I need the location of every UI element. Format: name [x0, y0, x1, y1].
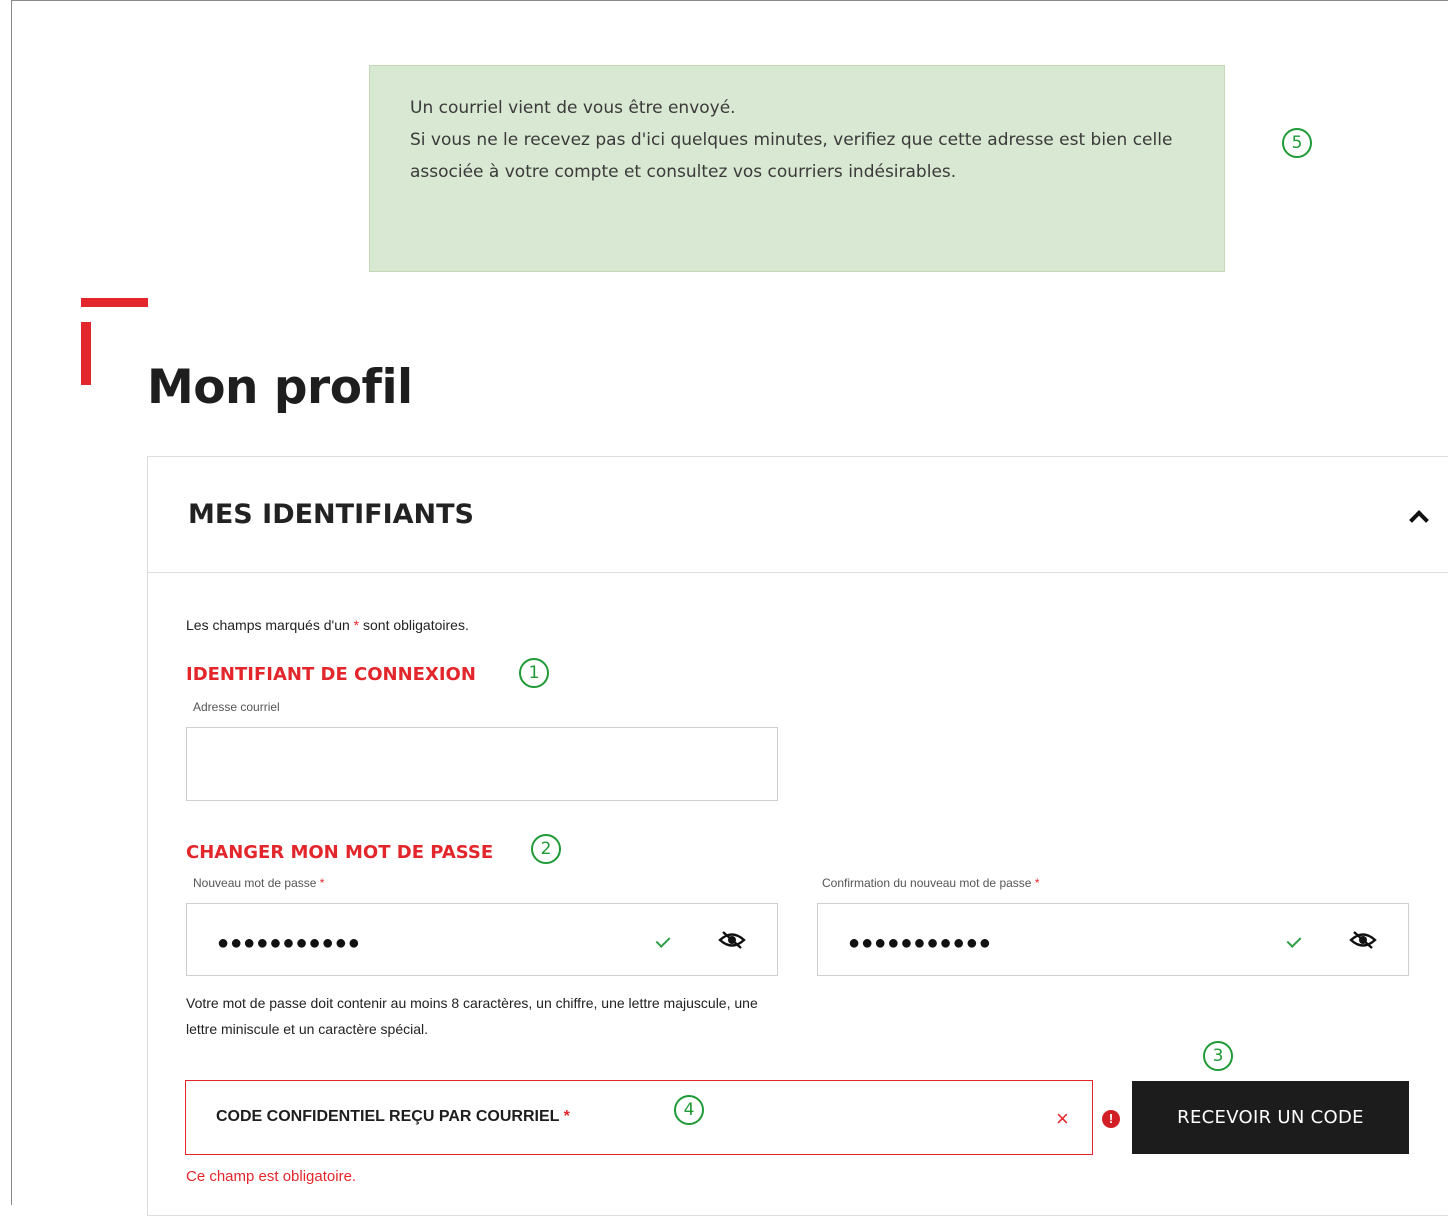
callout-marker-1: 1	[519, 658, 549, 688]
error-icon: !	[1102, 1110, 1120, 1128]
callout-marker-4: 4	[674, 1095, 704, 1125]
password-section-label: CHANGER MON MOT DE PASSE	[186, 842, 494, 863]
notice-line-2: Si vous ne le recevez pas d'ici quelques…	[410, 130, 1173, 182]
notice-line-1: Un courriel vient de vous être envoyé.	[410, 98, 736, 118]
email-field-label: Adresse courriel	[193, 700, 280, 714]
eye-off-icon[interactable]	[718, 930, 746, 950]
confirm-password-required-star: *	[1034, 876, 1040, 890]
confirm-password-label: Confirmation du nouveau mot de passe *	[822, 876, 1039, 890]
login-section-label: IDENTIFIANT DE CONNEXION	[186, 664, 476, 685]
callout-marker-5: 5	[1282, 128, 1312, 158]
new-password-field[interactable]: ●●●●●●●●●●●	[186, 903, 778, 976]
callout-marker-3: 3	[1203, 1041, 1233, 1071]
panel-title: MES IDENTIFIANTS	[188, 499, 474, 530]
check-icon	[655, 933, 671, 948]
email-field[interactable]	[186, 727, 778, 801]
email-sent-notice: Un courriel vient de vous être envoyé. S…	[369, 65, 1225, 272]
chevron-up-icon[interactable]	[1409, 510, 1429, 530]
receive-code-button[interactable]: RECEVOIR UN CODE	[1132, 1081, 1409, 1154]
close-icon[interactable]: ×	[1056, 1108, 1069, 1130]
eye-off-icon[interactable]	[1349, 930, 1377, 950]
page-title: Mon profil	[147, 360, 413, 415]
new-password-label: Nouveau mot de passe *	[193, 876, 324, 890]
title-accent-vertical	[81, 322, 91, 385]
required-fields-note: Les champs marqués d'un * sont obligatoi…	[186, 617, 469, 633]
callout-marker-2: 2	[531, 834, 561, 864]
code-error-message: Ce champ est obligatoire.	[186, 1168, 357, 1185]
panel-header[interactable]: MES IDENTIFIANTS	[148, 457, 1448, 573]
required-note-text-after: sont obligatoires.	[359, 617, 469, 633]
title-accent-horizontal	[81, 298, 148, 307]
confidential-code-label-text: CODE CONFIDENTIEL REÇU PAR COURRIEL	[216, 1108, 560, 1125]
new-password-label-text: Nouveau mot de passe	[193, 876, 317, 890]
check-icon	[1286, 933, 1302, 948]
confidential-code-label: CODE CONFIDENTIEL REÇU PAR COURRIEL *	[216, 1108, 570, 1126]
password-requirements-help: Votre mot de passe doit contenir au moin…	[186, 995, 758, 1037]
new-password-value: ●●●●●●●●●●●	[217, 932, 361, 954]
confirm-password-label-text: Confirmation du nouveau mot de passe	[822, 876, 1032, 890]
required-note-text-before: Les champs marqués d'un	[186, 617, 354, 633]
confidential-code-required-star: *	[563, 1108, 570, 1125]
confidential-code-field[interactable]: CODE CONFIDENTIEL REÇU PAR COURRIEL * ×	[185, 1080, 1093, 1155]
new-password-required-star: *	[319, 876, 325, 890]
confirm-password-field[interactable]: ●●●●●●●●●●●	[817, 903, 1409, 976]
confirm-password-value: ●●●●●●●●●●●	[848, 932, 992, 954]
